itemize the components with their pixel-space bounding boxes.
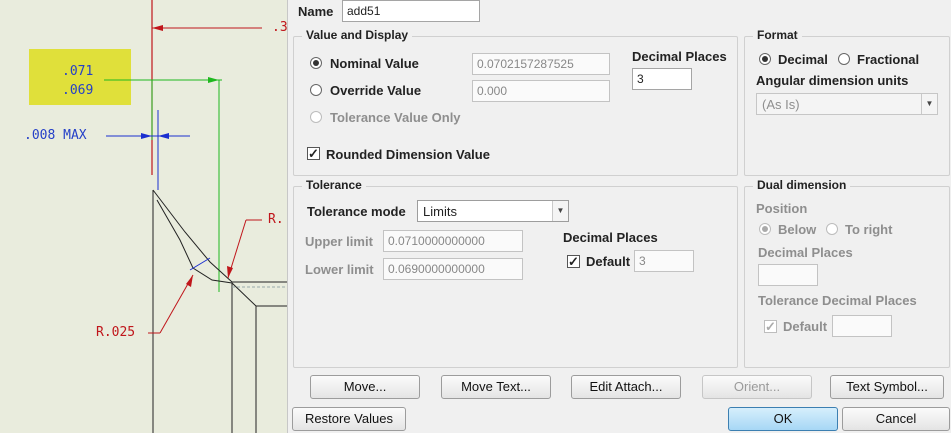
value-decimal-places-input[interactable]: 3 xyxy=(632,68,692,90)
rounded-value-label: Rounded Dimension Value xyxy=(326,147,490,162)
chevron-down-icon: ▼ xyxy=(921,94,937,114)
override-value-field[interactable]: 0.000 xyxy=(472,80,610,102)
tolerance-mode-label: Tolerance mode xyxy=(307,204,406,219)
angular-units-select[interactable]: (As Is) ▼ xyxy=(756,93,938,115)
orient-button[interactable]: Orient... xyxy=(702,375,812,399)
lower-limit-field[interactable]: 0.0690000000000 xyxy=(383,258,523,280)
tolerance-upper-text: .071 xyxy=(62,64,94,79)
decimal-label: Decimal xyxy=(778,52,828,67)
dual-tol-decimal-label: Tolerance Decimal Places xyxy=(758,293,917,308)
value-display-title: Value and Display xyxy=(302,28,413,42)
max-note-text: .008 MAX xyxy=(24,128,87,143)
decimal-radio[interactable] xyxy=(759,53,771,65)
tolerance-mode-value: Limits xyxy=(423,204,457,219)
tol-decimal-places-label: Decimal Places xyxy=(563,230,658,245)
nominal-value-field[interactable]: 0.0702157287525 xyxy=(472,53,610,75)
nominal-value-label: Nominal Value xyxy=(330,56,419,71)
ok-button[interactable]: OK xyxy=(728,407,838,431)
override-value-radio[interactable] xyxy=(310,84,322,96)
value-decimal-places-label: Decimal Places xyxy=(632,49,727,64)
to-right-label: To right xyxy=(845,222,893,237)
upper-limit-field[interactable]: 0.0710000000000 xyxy=(383,230,523,252)
tol-default-checkbox[interactable]: ✓ xyxy=(567,255,580,268)
name-input[interactable]: add51 xyxy=(342,0,480,22)
dimension-properties-panel: Name add51 Value and Display Nominal Val… xyxy=(287,0,951,433)
tolerance-only-label: Tolerance Value Only xyxy=(330,110,461,125)
name-label: Name xyxy=(298,4,334,19)
dual-default-checkbox[interactable]: ✓ xyxy=(764,320,777,333)
nominal-value-radio[interactable] xyxy=(310,57,322,69)
angular-units-value: (As Is) xyxy=(762,97,800,112)
drawing-canvas xyxy=(104,0,287,433)
cancel-button[interactable]: Cancel xyxy=(842,407,950,431)
rounded-value-checkbox[interactable]: ✓ xyxy=(307,147,320,160)
position-label: Position xyxy=(756,201,808,216)
top-partial-text: .3 xyxy=(272,20,287,35)
format-title: Format xyxy=(753,28,802,42)
text-symbol-button[interactable]: Text Symbol... xyxy=(830,375,944,399)
to-right-radio[interactable] xyxy=(826,223,838,235)
move-text-button[interactable]: Move Text... xyxy=(441,375,551,399)
dual-dimension-title: Dual dimension xyxy=(753,178,851,192)
radius-partial-text: R. xyxy=(268,212,284,227)
tolerance-only-radio[interactable] xyxy=(310,111,322,123)
tol-default-field[interactable]: 3 xyxy=(634,250,694,272)
tolerance-lower-text: .069 xyxy=(62,83,94,98)
cad-drawing-area[interactable]: .071 .069 .008 MAX R.025 R. .3 xyxy=(0,0,287,433)
fractional-label: Fractional xyxy=(857,52,920,67)
fractional-radio[interactable] xyxy=(838,53,850,65)
below-radio[interactable] xyxy=(759,223,771,235)
radius-label-text: R.025 xyxy=(96,325,136,340)
below-label: Below xyxy=(778,222,817,237)
dual-default-field[interactable] xyxy=(832,315,892,337)
dual-decimal-places-field[interactable] xyxy=(758,264,818,286)
edit-attach-button[interactable]: Edit Attach... xyxy=(571,375,681,399)
upper-limit-label: Upper limit xyxy=(305,234,373,249)
chevron-down-icon: ▼ xyxy=(552,201,568,221)
restore-values-button[interactable]: Restore Values xyxy=(292,407,406,431)
dual-decimal-places-label: Decimal Places xyxy=(758,245,853,260)
move-button[interactable]: Move... xyxy=(310,375,420,399)
angular-units-label: Angular dimension units xyxy=(756,73,909,88)
override-value-label: Override Value xyxy=(330,83,422,98)
dual-default-label: Default xyxy=(783,319,828,334)
tolerance-mode-select[interactable]: Limits ▼ xyxy=(417,200,569,222)
lower-limit-label: Lower limit xyxy=(305,262,374,277)
tolerance-title: Tolerance xyxy=(302,178,366,192)
tol-default-label: Default xyxy=(586,254,631,269)
